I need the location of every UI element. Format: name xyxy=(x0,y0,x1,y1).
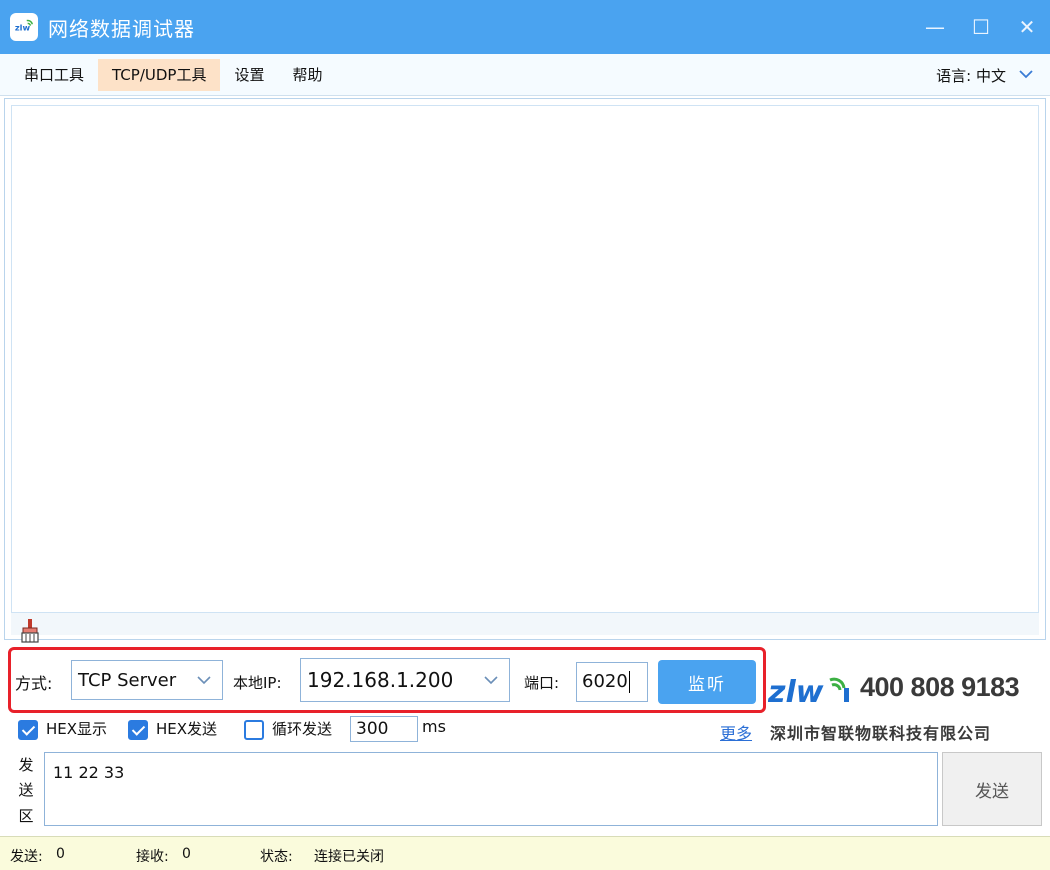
send-button[interactable]: 发送 xyxy=(942,752,1042,826)
mode-label: 方式: xyxy=(15,674,53,693)
loop-interval-input[interactable]: 300 xyxy=(350,716,418,742)
window-title: 网络数据调试器 xyxy=(48,16,195,41)
interval-unit-label: ms xyxy=(422,717,446,736)
hex-send-label: HEX发送 xyxy=(156,720,218,738)
svg-text:zlw: zlw xyxy=(768,675,824,708)
menu-settings[interactable]: 设置 xyxy=(220,59,278,91)
send-area-label-char: 发 xyxy=(18,756,34,775)
title-bar: zlw 网络数据调试器 — ☐ ✕ xyxy=(0,0,1050,54)
receive-area-footer xyxy=(11,613,1039,635)
send-area-label: 发 送 区 xyxy=(12,752,40,828)
port-label: 端口: xyxy=(524,674,560,692)
status-bar: 发送: 0 接收: 0 状态: 连接已关闭 xyxy=(0,836,1050,870)
chevron-down-icon xyxy=(1018,67,1034,83)
local-ip-value: 192.168.1.200 xyxy=(307,668,454,692)
language-selector[interactable]: 语言: 中文 xyxy=(936,54,1034,96)
minimize-button[interactable]: — xyxy=(912,0,958,54)
brand-company: 深圳市智联物联科技有限公司 xyxy=(770,724,992,743)
maximize-icon: ☐ xyxy=(972,15,990,39)
minimize-icon: — xyxy=(925,15,945,39)
mode-select[interactable]: TCP Server xyxy=(71,660,223,700)
loop-send-label: 循环发送 xyxy=(272,720,333,738)
state-label: 状态: xyxy=(260,849,293,865)
menu-serial-tool[interactable]: 串口工具 xyxy=(10,59,98,91)
menu-help[interactable]: 帮助 xyxy=(278,59,336,91)
send-area-label-char: 送 xyxy=(18,781,34,800)
local-ip-select[interactable]: 192.168.1.200 xyxy=(300,658,510,702)
svg-text:zlw: zlw xyxy=(15,23,31,33)
state-value: 连接已关闭 xyxy=(314,849,384,865)
chevron-down-icon xyxy=(196,670,212,689)
close-button[interactable]: ✕ xyxy=(1004,0,1050,54)
loop-send-checkbox[interactable] xyxy=(244,720,264,740)
mode-select-value: TCP Server xyxy=(78,669,177,691)
port-input[interactable]: 6020 xyxy=(576,662,648,702)
app-logo-icon: zlw xyxy=(10,13,38,41)
window-controls: — ☐ ✕ xyxy=(912,0,1050,54)
recv-label: 接收: xyxy=(136,849,169,865)
hex-display-label: HEX显示 xyxy=(46,720,108,738)
listen-button[interactable]: 监听 xyxy=(658,660,756,704)
hex-display-checkbox[interactable] xyxy=(18,720,38,740)
brand-logo-icon: zlw xyxy=(767,666,856,710)
hex-send-checkbox[interactable] xyxy=(128,720,148,740)
receive-area-frame xyxy=(4,98,1046,640)
local-ip-label: 本地IP: xyxy=(233,674,282,692)
clear-brush-icon[interactable] xyxy=(20,618,40,644)
language-label: 语言: 中文 xyxy=(936,66,1006,85)
menu-tcp-udp-tool[interactable]: TCP/UDP工具 xyxy=(98,58,221,91)
brand-phone: 400 808 9183 xyxy=(860,672,1020,702)
menu-bar: 串口工具 TCP/UDP工具 设置 帮助 语言: 中文 xyxy=(0,54,1050,96)
recv-count: 0 xyxy=(182,846,191,862)
chevron-down-icon xyxy=(483,670,499,689)
maximize-button[interactable]: ☐ xyxy=(958,0,1004,54)
sent-count: 0 xyxy=(56,846,65,862)
close-icon: ✕ xyxy=(1018,15,1036,39)
send-textarea[interactable]: 11 22 33 xyxy=(44,752,938,826)
receive-textarea[interactable] xyxy=(11,105,1039,613)
text-caret xyxy=(628,671,630,693)
sent-label: 发送: xyxy=(10,849,43,865)
port-value: 6020 xyxy=(582,671,628,692)
send-area-label-char: 区 xyxy=(18,806,34,825)
more-link[interactable]: 更多 xyxy=(720,720,752,744)
